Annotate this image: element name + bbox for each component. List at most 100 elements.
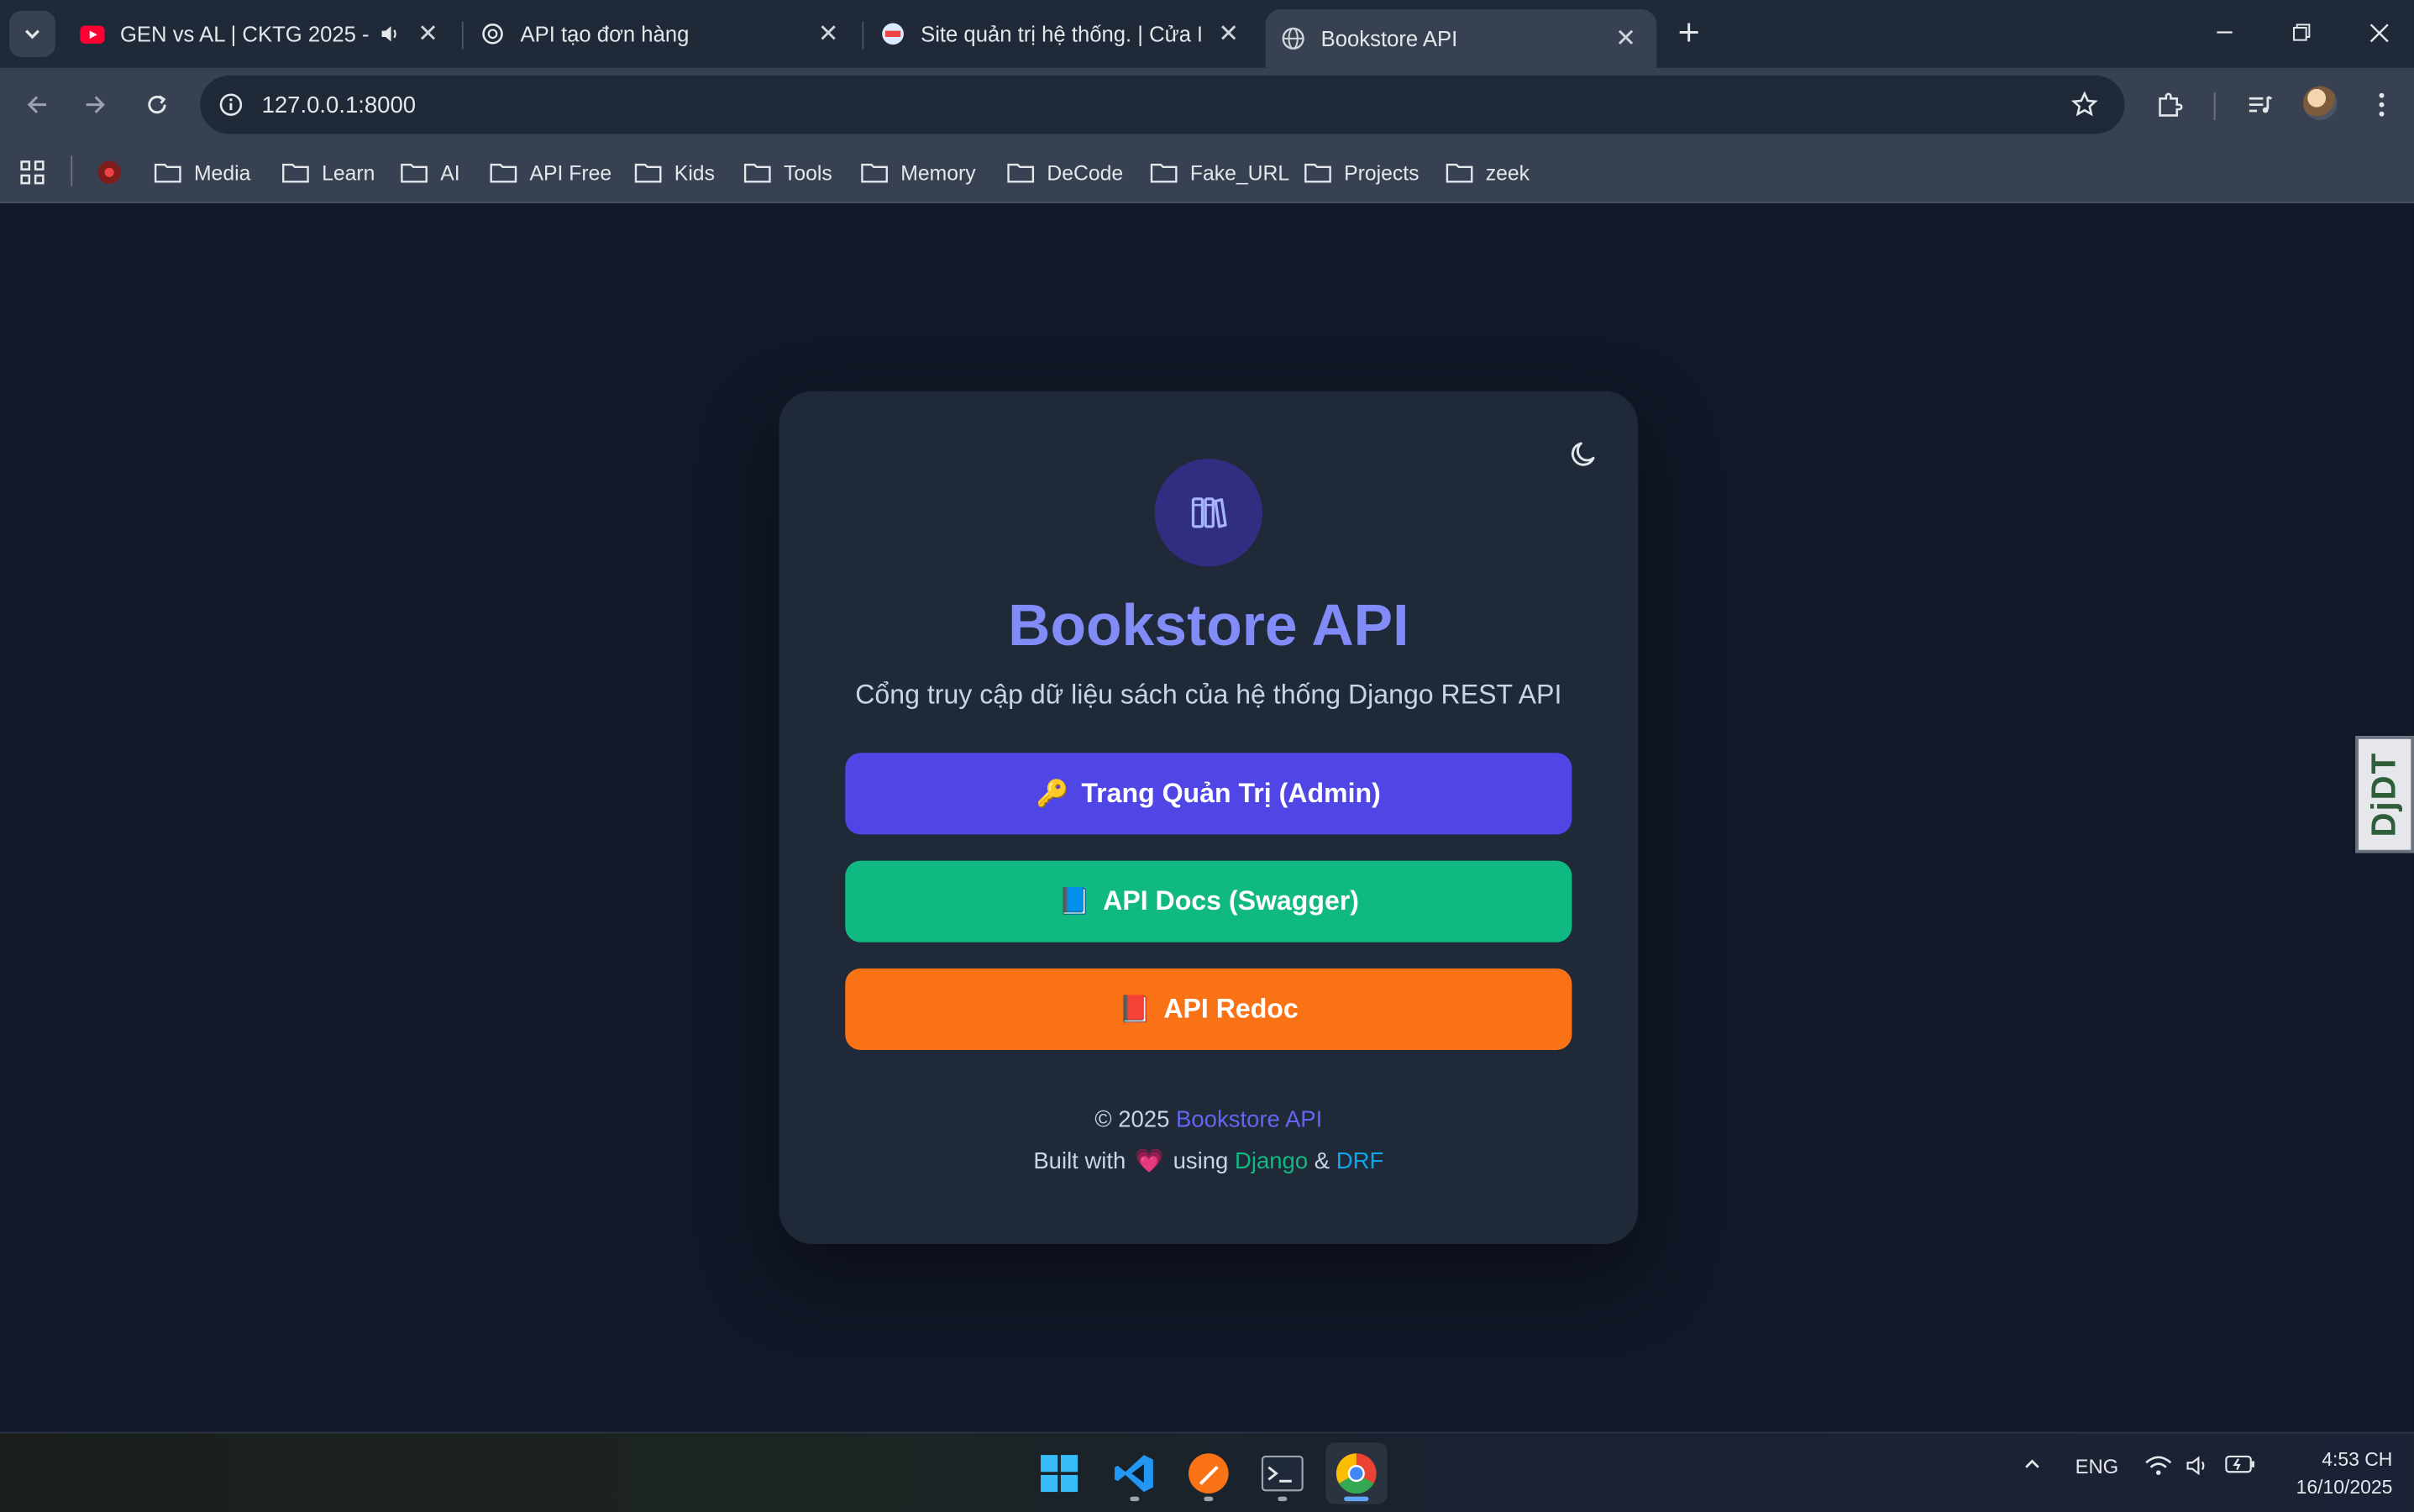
- reload-icon: [148, 95, 166, 114]
- reload-button[interactable]: [134, 81, 180, 128]
- drf-link[interactable]: DRF: [1336, 1148, 1384, 1174]
- bookmark-record[interactable]: [96, 155, 123, 189]
- admin-button[interactable]: 🔑 Trang Quản Trị (Admin): [845, 753, 1572, 835]
- bookmark-label: Learn: [322, 160, 375, 185]
- system-clock[interactable]: 4:53 CH 16/10/2025: [2266, 1446, 2393, 1501]
- chrome-icon: [1336, 1453, 1377, 1494]
- admin-button-label: Trang Quản Trị (Admin): [1081, 777, 1381, 809]
- bookmark-folder-kids[interactable]: Kids: [634, 155, 715, 189]
- bookmark-label: Tools: [783, 160, 832, 185]
- landing-card: Bookstore API Cổng truy cập dữ liệu sách…: [779, 391, 1639, 1244]
- wifi-status[interactable]: [2143, 1455, 2174, 1477]
- media-controls-button[interactable]: [2240, 85, 2280, 125]
- footer-brand-link[interactable]: Bookstore API: [1176, 1107, 1322, 1133]
- taskbar-vscode[interactable]: [1104, 1442, 1165, 1504]
- bookstore-logo: [1154, 459, 1262, 567]
- youtube-icon: [80, 22, 105, 46]
- tab-admin-site[interactable]: Site quản trị hệ thống. | Cửa Hà ✕: [865, 9, 1259, 59]
- minimize-button[interactable]: [2189, 9, 2259, 55]
- star-icon: [2070, 91, 2098, 117]
- bookmark-folder-learn[interactable]: Learn: [281, 155, 375, 189]
- django-link[interactable]: Django: [1235, 1148, 1308, 1174]
- bookmark-folder-api-free[interactable]: API Free: [490, 155, 611, 189]
- tab-api-order[interactable]: API tạo đơn hàng ✕: [465, 9, 859, 59]
- extensions-button[interactable]: [2149, 85, 2190, 125]
- running-indicator: [1204, 1496, 1214, 1502]
- bookmarks-divider: [71, 155, 73, 186]
- folder-icon: [154, 163, 181, 183]
- bookmark-folder-media[interactable]: Media: [154, 155, 250, 189]
- clock-time: 4:53 CH: [2322, 1448, 2393, 1471]
- browser-tab-strip: GEN vs AL | CKTG 2025 - Vò ✕ API tạo đơn…: [0, 0, 2414, 68]
- browser-toolbar: 127.0.0.1:8000: [0, 67, 2414, 142]
- bookmark-folder-ai[interactable]: AI: [401, 155, 460, 189]
- url-text: 127.0.0.1:8000: [261, 92, 417, 118]
- puzzle-icon: [2159, 92, 2183, 117]
- volume-icon: [2186, 1456, 2205, 1476]
- screen: GEN vs AL | CKTG 2025 - Vò ✕ API tạo đơn…: [0, 0, 2414, 1512]
- bookmark-folder-fake-url[interactable]: Fake_URL: [1150, 155, 1289, 189]
- bookmark-label: Projects: [1344, 160, 1420, 185]
- profile-avatar[interactable]: [2303, 86, 2338, 120]
- tab-search-button[interactable]: [8, 10, 55, 57]
- redoc-button-label: API Redoc: [1163, 993, 1299, 1024]
- bookmark-folder-decode[interactable]: DeCode: [1007, 155, 1123, 189]
- close-tab-icon[interactable]: ✕: [412, 18, 443, 50]
- footer-built-with: Built with 💗 using Django & DRF: [779, 1147, 1638, 1175]
- theme-toggle-button[interactable]: [1564, 434, 1604, 475]
- tab-separator: [862, 21, 864, 50]
- bookmark-folder-memory[interactable]: Memory: [861, 155, 976, 189]
- battery-charging-icon: [2225, 1455, 2254, 1473]
- language-text: ENG: [2075, 1455, 2119, 1478]
- apps-grid-icon: [20, 160, 45, 185]
- tab-title: Site quản trị hệ thống. | Cửa Hà: [921, 21, 1201, 46]
- wifi-icon: [2145, 1456, 2172, 1475]
- close-tab-icon[interactable]: ✕: [1610, 23, 1641, 54]
- taskbar-terminal[interactable]: [1252, 1442, 1313, 1504]
- forward-button[interactable]: [72, 81, 118, 128]
- back-button[interactable]: [13, 81, 60, 128]
- start-button[interactable]: [1028, 1442, 1089, 1504]
- record-icon: [97, 160, 121, 185]
- address-bar[interactable]: 127.0.0.1:8000: [200, 75, 2125, 134]
- active-indicator: [1344, 1496, 1369, 1502]
- bookmark-folder-projects[interactable]: Projects: [1304, 155, 1420, 189]
- volume-status[interactable]: [2183, 1455, 2214, 1477]
- speaker-icon[interactable]: [379, 23, 401, 45]
- site-info-icon[interactable]: [218, 92, 243, 117]
- restore-button[interactable]: [2266, 9, 2337, 55]
- language-indicator[interactable]: ENG: [2069, 1455, 2124, 1478]
- redoc-button[interactable]: 📕 API Redoc: [845, 968, 1572, 1051]
- globe-icon: [880, 22, 905, 46]
- taskbar-chrome[interactable]: [1325, 1442, 1388, 1504]
- menu-button[interactable]: [2362, 85, 2402, 125]
- close-window-button[interactable]: [2343, 9, 2414, 55]
- new-tab-button[interactable]: [1672, 15, 1706, 49]
- close-tab-icon[interactable]: ✕: [813, 18, 844, 50]
- folder-icon: [1446, 163, 1473, 183]
- tray-overflow-button[interactable]: [2017, 1455, 2048, 1473]
- tab-separator: [461, 21, 464, 50]
- footer-copyright: © 2025 Bookstore API: [779, 1107, 1638, 1133]
- chevron-up-icon: [2025, 1459, 2039, 1468]
- arrow-right-icon: [86, 96, 105, 113]
- folder-icon: [282, 163, 309, 183]
- apps-button[interactable]: [18, 155, 46, 189]
- blue-book-icon: 📘: [1057, 885, 1091, 916]
- tab-bookstore-api[interactable]: Bookstore API ✕: [1265, 8, 1657, 68]
- close-tab-icon[interactable]: ✕: [1213, 18, 1244, 50]
- tab-youtube[interactable]: GEN vs AL | CKTG 2025 - Vò ✕: [65, 9, 459, 59]
- taskbar-postman[interactable]: [1178, 1442, 1239, 1504]
- bookmark-folder-zeek[interactable]: zeek: [1446, 155, 1530, 189]
- swagger-docs-button[interactable]: 📘 API Docs (Swagger): [845, 860, 1572, 942]
- minimize-icon: [2217, 31, 2233, 34]
- folder-icon: [861, 163, 888, 183]
- using-text: using: [1173, 1148, 1229, 1175]
- bookmark-folder-tools[interactable]: Tools: [743, 155, 832, 189]
- bookmark-star-button[interactable]: [2065, 85, 2105, 125]
- page-subtitle: Cổng truy cập dữ liệu sách của hệ thống …: [855, 679, 1562, 710]
- django-debug-toolbar-handle[interactable]: DjDT: [2355, 736, 2414, 853]
- bookmark-label: API Free: [529, 160, 612, 185]
- battery-status[interactable]: [2223, 1455, 2257, 1473]
- running-indicator: [1278, 1496, 1288, 1502]
